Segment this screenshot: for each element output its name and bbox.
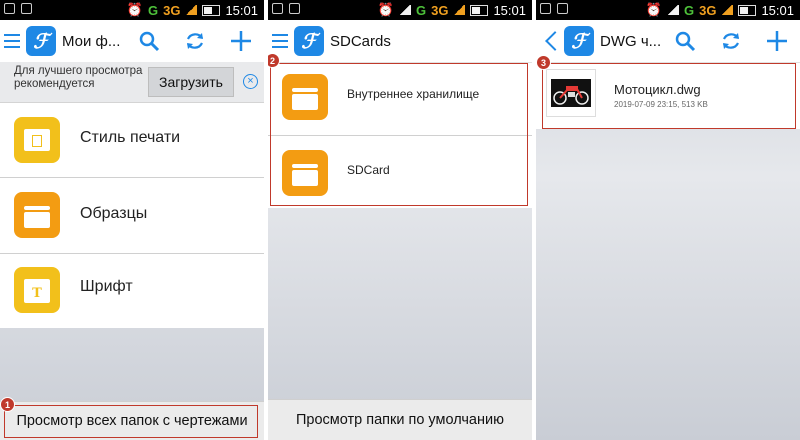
- status-bar: ⏰ G 3G 15:01: [268, 0, 532, 20]
- clock: 15:01: [761, 2, 794, 18]
- step-badge: 1: [0, 397, 15, 412]
- highlight-box: [542, 63, 796, 129]
- banner-text: Для лучшего просмотра рекомендуется: [14, 65, 143, 90]
- battery-icon: [202, 4, 221, 16]
- download-banner: Для лучшего просмотра рекомендуется Загр…: [0, 62, 264, 103]
- wifi-icon: [398, 5, 411, 15]
- highlight-box: [4, 405, 258, 438]
- panel-my-files: ⏰ G 3G 15:01 ℱ Мои ф... Для лучшего прос…: [0, 0, 264, 440]
- highlight-box: [270, 63, 528, 206]
- usb-notification-icon: [289, 3, 300, 14]
- panel-dwg-files: ⏰ G 3G 15:01 ℱ DWG ч... Мотоцикл.dwg 201…: [536, 0, 800, 440]
- app-title: DWG ч...: [600, 32, 662, 50]
- signal-icon: [185, 5, 198, 15]
- add-icon[interactable]: [228, 28, 254, 54]
- network-indicator: G: [147, 2, 159, 18]
- view-default-folder-button[interactable]: Просмотр папки по умолчанию: [268, 399, 532, 440]
- app-title: SDCards: [330, 32, 391, 50]
- image-notification-icon: [272, 3, 283, 14]
- clock: 15:01: [225, 2, 258, 18]
- signal-icon: [453, 5, 466, 15]
- battery-icon: [470, 4, 489, 16]
- image-notification-icon: [4, 3, 15, 14]
- folder-list: Стиль печати Образцы T Шрифт: [0, 103, 264, 328]
- clock: 15:01: [493, 2, 526, 18]
- refresh-icon[interactable]: [182, 28, 208, 54]
- app-bar: ℱ Мои ф...: [0, 20, 264, 63]
- menu-icon[interactable]: [4, 34, 20, 48]
- close-icon[interactable]: ×: [243, 74, 258, 89]
- list-item-font[interactable]: T Шрифт: [0, 254, 264, 328]
- alarm-icon: ⏰: [126, 2, 143, 17]
- panel-sdcards: ⏰ G 3G 15:01 ℱ SDCards Внутреннее хранил…: [268, 0, 532, 440]
- menu-icon[interactable]: [272, 34, 288, 48]
- search-icon[interactable]: [136, 28, 162, 54]
- step-badge: 3: [536, 55, 551, 70]
- app-logo: ℱ: [26, 26, 56, 56]
- app-logo: ℱ: [294, 26, 324, 56]
- usb-notification-icon: [557, 3, 568, 14]
- network-indicator: G: [415, 2, 427, 18]
- network-type: 3G: [699, 2, 717, 18]
- network-indicator: G: [683, 2, 695, 18]
- app-logo: ℱ: [564, 26, 594, 56]
- list-item-label: Стиль печати: [80, 129, 181, 146]
- refresh-icon[interactable]: [718, 28, 744, 54]
- print-style-folder-icon: [14, 117, 60, 163]
- network-type: 3G: [163, 2, 181, 18]
- app-bar: ℱ SDCards: [268, 20, 532, 63]
- network-type: 3G: [431, 2, 449, 18]
- signal-icon: [721, 5, 734, 15]
- status-bar: ⏰ G 3G 15:01: [536, 0, 800, 20]
- alarm-icon: ⏰: [377, 2, 394, 17]
- app-title: Мои ф...: [62, 32, 121, 50]
- search-icon[interactable]: [672, 28, 698, 54]
- image-notification-icon: [540, 3, 551, 14]
- list-item-label: Образцы: [80, 205, 148, 222]
- battery-icon: [738, 4, 757, 16]
- download-button[interactable]: Загрузить: [148, 67, 234, 97]
- bottom-button-label: Просмотр папки по умолчанию: [296, 412, 504, 428]
- add-icon[interactable]: [764, 28, 790, 54]
- list-item-print-style[interactable]: Стиль печати: [0, 103, 264, 178]
- list-item-label: Шрифт: [80, 278, 133, 295]
- alarm-icon: ⏰: [645, 2, 662, 17]
- wifi-icon: [666, 5, 679, 15]
- status-bar: ⏰ G 3G 15:01: [0, 0, 264, 20]
- folder-icon: [14, 192, 60, 238]
- usb-notification-icon: [21, 3, 32, 14]
- app-bar: ℱ DWG ч...: [536, 20, 800, 63]
- back-icon[interactable]: [545, 31, 565, 51]
- font-folder-icon: T: [14, 267, 60, 313]
- list-item-samples[interactable]: Образцы: [0, 178, 264, 254]
